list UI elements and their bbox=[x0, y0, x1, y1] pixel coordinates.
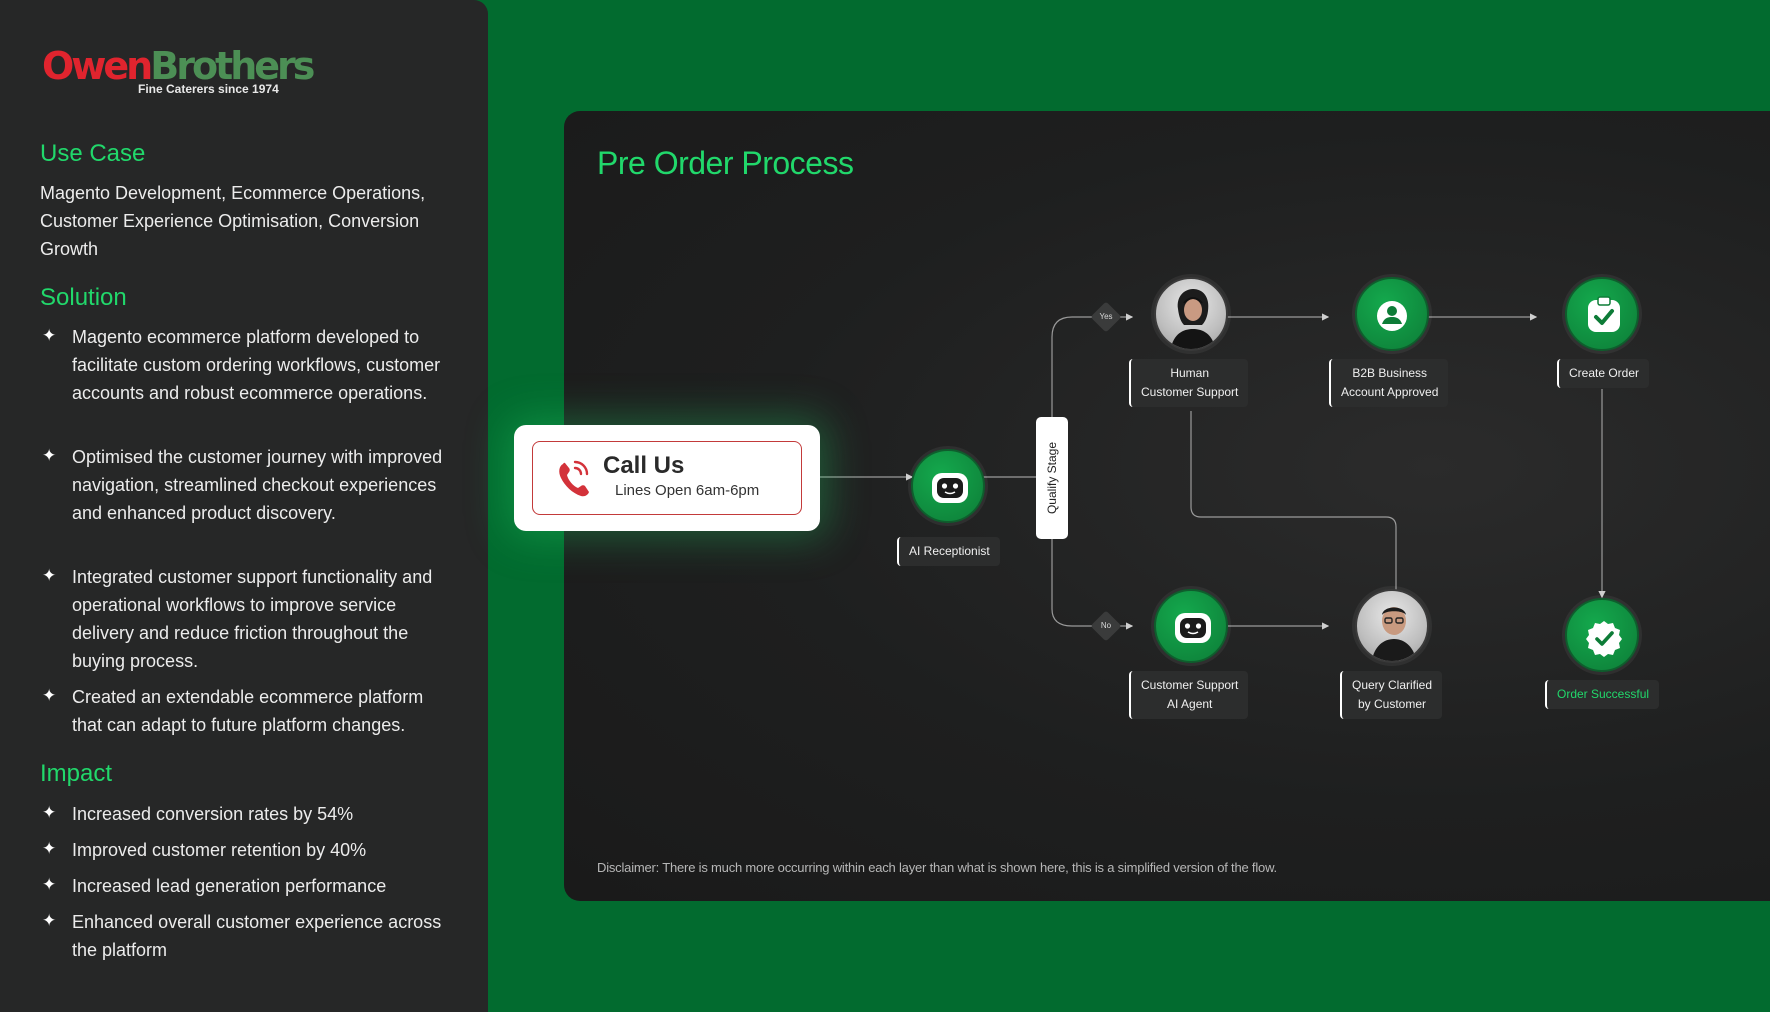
create-order-node[interactable] bbox=[1565, 277, 1639, 351]
impact-item: ✦ Improved customer retention by 40% bbox=[40, 836, 450, 864]
sparkle-icon: ✦ bbox=[42, 566, 57, 585]
ai-agent-label-line1: Customer Support bbox=[1141, 678, 1239, 692]
create-order-label: Create Order bbox=[1557, 359, 1650, 388]
solution-item: ✦ Optimised the customer journey with im… bbox=[40, 443, 450, 527]
human-support-label-line1: Human bbox=[1170, 366, 1210, 380]
sparkle-icon: ✦ bbox=[42, 839, 57, 858]
sparkle-icon: ✦ bbox=[42, 803, 57, 822]
ai-agent-label: Customer Support AI Agent bbox=[1129, 671, 1249, 719]
sparkle-icon: ✦ bbox=[42, 446, 57, 465]
no-decision-label: No bbox=[1100, 621, 1112, 630]
impact-item-text: Increased conversion rates by 54% bbox=[72, 804, 354, 824]
connector-qualify-no-branch bbox=[1051, 539, 1134, 630]
query-label-line2: by Customer bbox=[1358, 697, 1427, 711]
b2b-approved-label: B2B Business Account Approved bbox=[1329, 359, 1449, 407]
yes-decision-label: Yes bbox=[1099, 312, 1113, 321]
impact-item: ✦ Increased conversion rates by 54% bbox=[40, 800, 450, 828]
query-label-line1: Query Clarified bbox=[1352, 678, 1433, 692]
qualify-stage-gate[interactable]: Qualify Stage bbox=[1036, 417, 1068, 539]
call-us-title: Call Us bbox=[603, 452, 685, 479]
sidebar: OwenBrothers Fine Caterers since 1974 Us… bbox=[0, 0, 488, 1012]
robot-icon bbox=[932, 473, 968, 503]
sparkle-icon: ✦ bbox=[42, 911, 57, 930]
impact-item: ✦ Increased lead generation performance bbox=[40, 872, 450, 900]
ai-receptionist-node[interactable] bbox=[911, 449, 985, 523]
logo-tagline: Fine Caterers since 1974 bbox=[138, 82, 279, 96]
b2b-approved-node[interactable] bbox=[1355, 277, 1429, 351]
man-with-glasses-icon bbox=[1371, 607, 1417, 661]
pre-order-diagram-panel: Pre Order Process Call Us Lines Open 6am… bbox=[514, 111, 1770, 901]
solution-item-text: Integrated customer support functionalit… bbox=[72, 567, 433, 671]
call-us-inner: Call Us Lines Open 6am-6pm bbox=[532, 441, 802, 515]
sparkle-icon: ✦ bbox=[42, 326, 57, 345]
impact-heading: Impact bbox=[40, 760, 113, 787]
user-check-icon bbox=[1377, 301, 1407, 331]
order-successful-label: Order Successful bbox=[1545, 680, 1660, 709]
qualify-stage-label: Qualify Stage bbox=[1045, 441, 1059, 515]
solution-item-text: Created an extendable ecommerce platform… bbox=[72, 687, 424, 735]
order-successful-node[interactable] bbox=[1565, 598, 1639, 672]
phone-icon bbox=[559, 460, 589, 497]
diagram-disclaimer: Disclaimer: There is much more occurring… bbox=[597, 860, 1277, 875]
ai-agent-node[interactable] bbox=[1154, 589, 1228, 663]
use-case-text: Magento Development, Ecommerce Operation… bbox=[40, 183, 426, 259]
connector-qualify-yes-branch bbox=[1051, 313, 1134, 417]
impact-item-text: Increased lead generation performance bbox=[72, 876, 387, 896]
sparkle-icon: ✦ bbox=[42, 686, 57, 705]
impact-item-text: Improved customer retention by 40% bbox=[72, 840, 367, 860]
human-support-avatar[interactable] bbox=[1154, 277, 1228, 351]
solution-item-text: Optimised the customer journey with impr… bbox=[72, 447, 443, 523]
order-clipboard-icon bbox=[1588, 296, 1620, 332]
call-us-card[interactable]: Call Us Lines Open 6am-6pm bbox=[514, 425, 820, 531]
query-clarified-label: Query Clarified by Customer bbox=[1340, 671, 1443, 719]
owen-brothers-logo[interactable]: OwenBrothers Fine Caterers since 1974 bbox=[42, 44, 315, 96]
use-case-heading: Use Case bbox=[40, 140, 146, 167]
human-support-label: Human Customer Support bbox=[1129, 359, 1249, 407]
b2b-label-line1: B2B Business bbox=[1352, 366, 1428, 380]
check-badge-icon bbox=[1586, 621, 1622, 657]
impact-item-text: Enhanced overall customer experience acr… bbox=[72, 912, 442, 960]
b2b-label-line2: Account Approved bbox=[1341, 385, 1439, 399]
ai-receptionist-label: AI Receptionist bbox=[897, 537, 1000, 566]
ai-agent-label-line2: AI Agent bbox=[1167, 697, 1213, 711]
impact-item: ✦ Enhanced overall customer experience a… bbox=[40, 908, 450, 964]
query-clarified-avatar[interactable] bbox=[1355, 589, 1429, 663]
woman-with-headset-icon bbox=[1170, 289, 1216, 349]
solution-item: ✦ Integrated customer support functional… bbox=[40, 563, 450, 675]
sparkle-icon: ✦ bbox=[42, 875, 57, 894]
connector-human-to-query bbox=[1190, 411, 1397, 591]
solution-item: ✦ Created an extendable ecommerce platfo… bbox=[40, 683, 450, 739]
solution-heading: Solution bbox=[40, 284, 127, 311]
solution-item: ✦ Magento ecommerce platform developed t… bbox=[40, 323, 450, 407]
robot-icon bbox=[1175, 613, 1211, 643]
solution-item-text: Magento ecommerce platform developed to … bbox=[72, 327, 441, 403]
call-us-hours: Lines Open 6am-6pm bbox=[615, 482, 760, 499]
logo-owen: Owen bbox=[42, 44, 153, 88]
human-support-label-line2: Customer Support bbox=[1141, 385, 1239, 399]
